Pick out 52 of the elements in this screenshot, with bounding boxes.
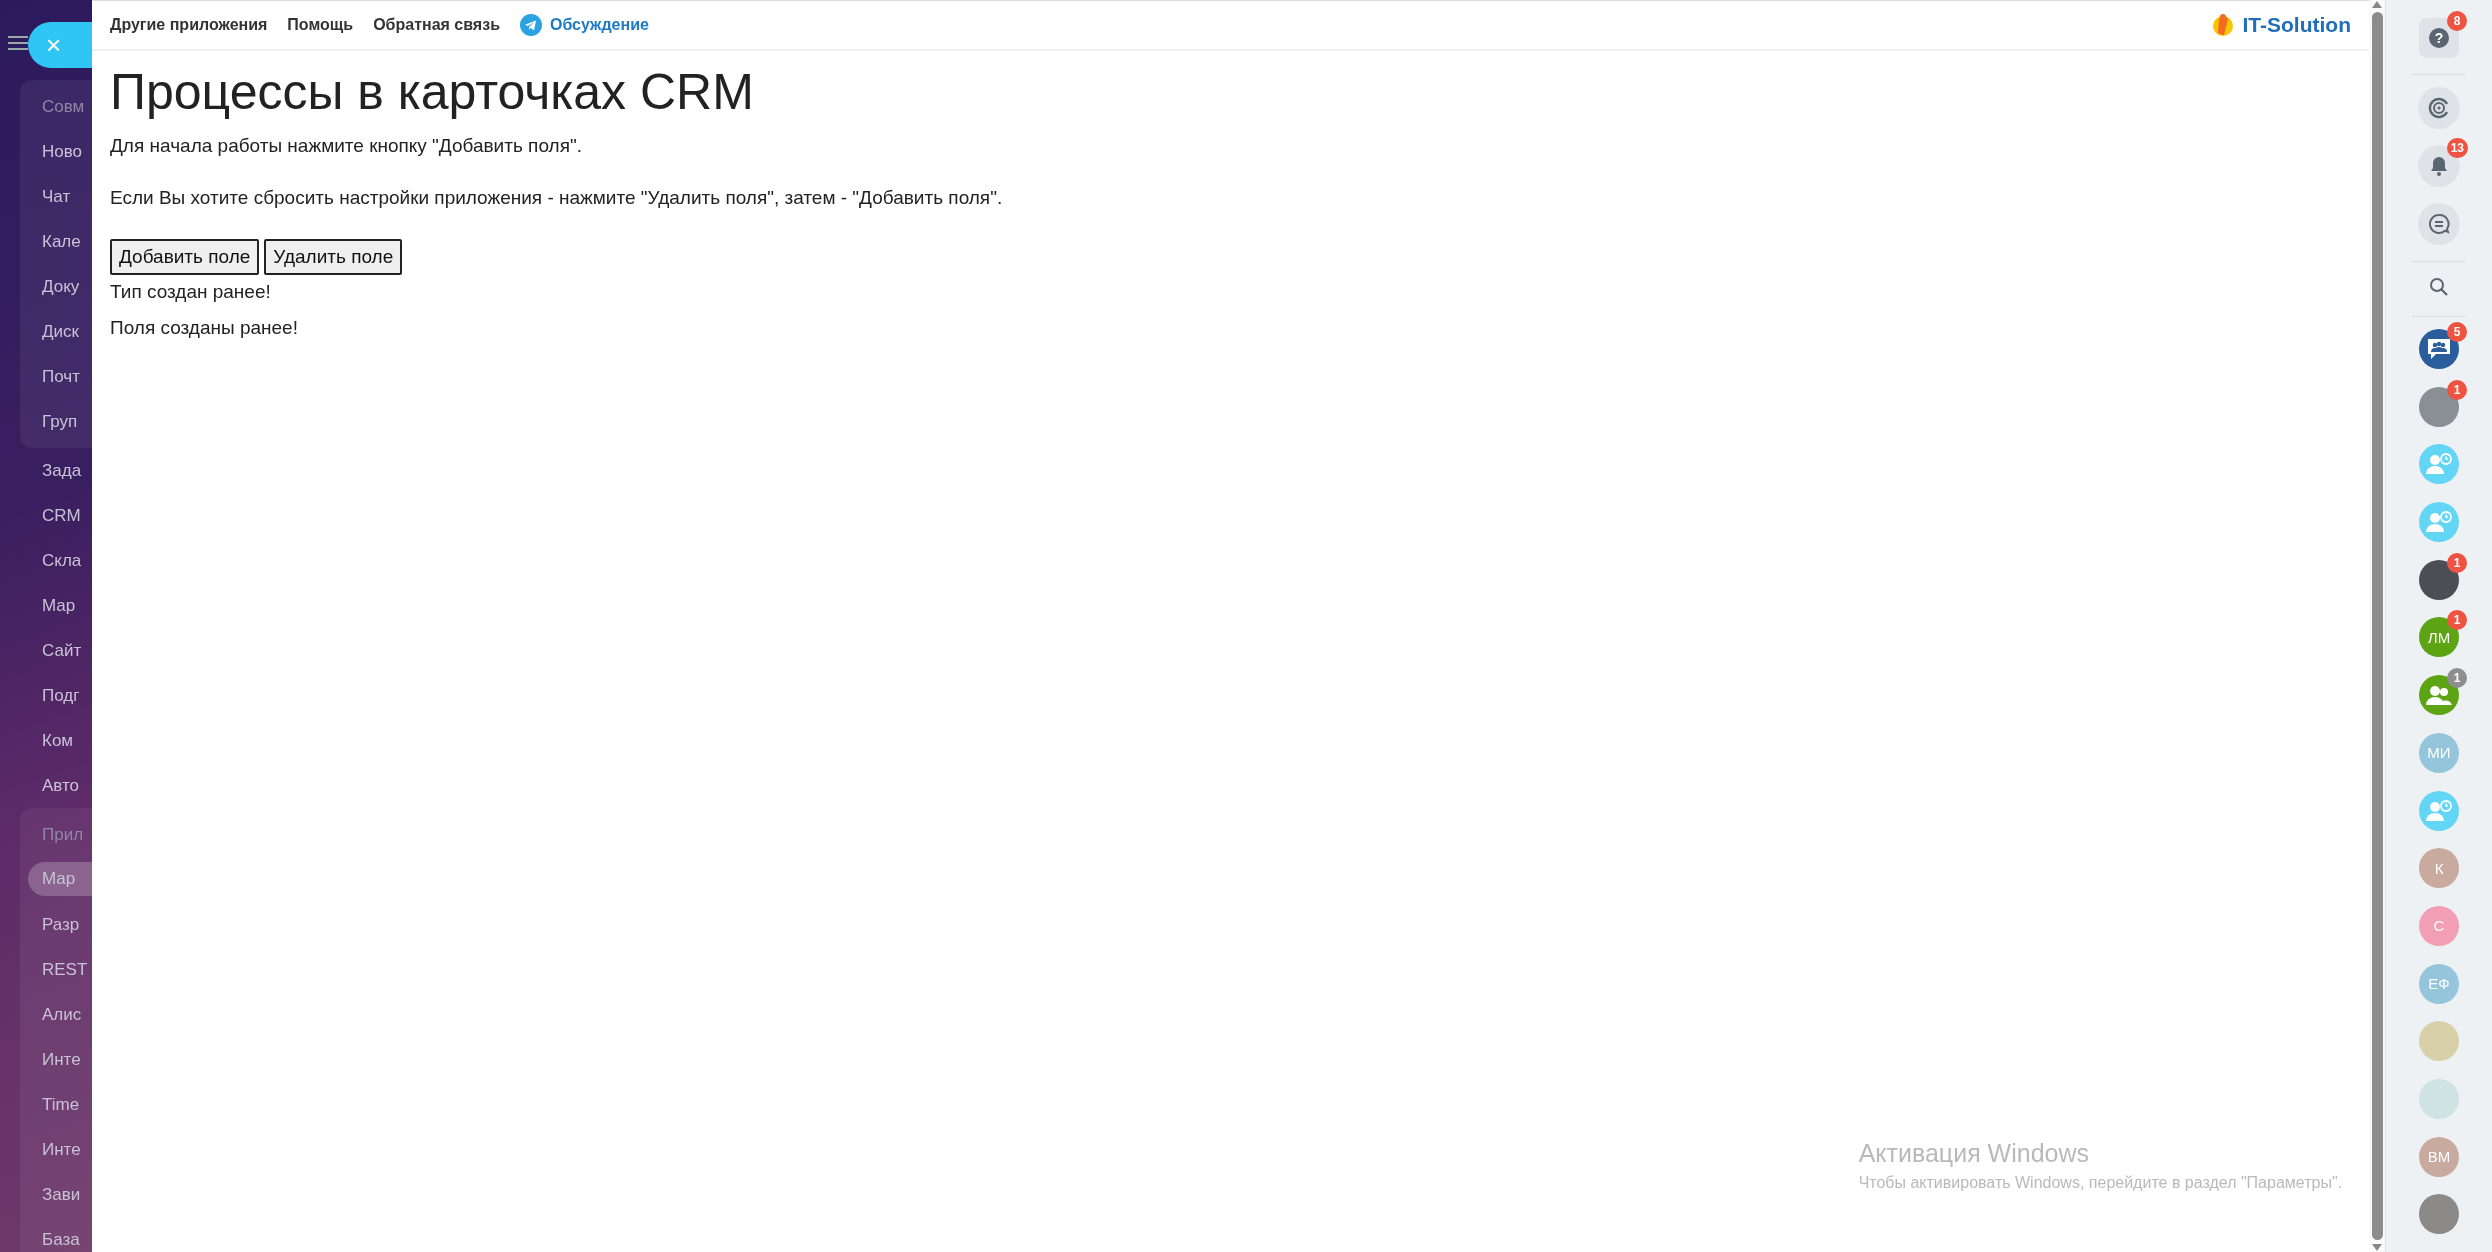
page-title: Процессы в карточках CRM xyxy=(110,63,755,121)
menu-section-title: Прил xyxy=(41,823,85,846)
menu-item[interactable]: Алис xyxy=(20,992,92,1037)
menu-item[interactable]: Диск xyxy=(20,309,92,354)
top-link[interactable]: Другие приложения xyxy=(110,16,268,34)
top-link[interactable]: Обратная связь xyxy=(373,16,500,34)
menu-item[interactable]: Кале xyxy=(20,219,92,264)
brand-name: IT-Solution xyxy=(2242,13,2351,37)
avatar-initials: К xyxy=(2434,859,2444,877)
status-message: Поля созданы ранее! xyxy=(110,317,299,339)
menu-item[interactable]: Авто xyxy=(0,763,92,808)
avatar-initials: С xyxy=(2433,917,2445,935)
menu-item[interactable]: Почт xyxy=(20,354,92,399)
instruction-text: Для начала работы нажмите кнопку "Добавить поля". xyxy=(110,135,583,157)
menu-item[interactable]: База xyxy=(20,1217,92,1252)
menu-item[interactable]: Time xyxy=(20,1082,92,1127)
action-button[interactable]: Добавить поле xyxy=(110,239,260,275)
menu-item[interactable]: REST xyxy=(20,947,92,992)
menu-item[interactable]: Зави xyxy=(20,1172,92,1217)
menu-section-title: Совм xyxy=(41,95,86,118)
menu-item[interactable]: Ком xyxy=(0,718,92,763)
top-link[interactable]: Помощь xyxy=(287,16,354,34)
avatar-initials: ВМ xyxy=(2427,1148,2451,1166)
menu-item[interactable]: Скла xyxy=(0,538,92,583)
instruction-text: Если Вы хотите сбросить настройки приложения - нажмите "Удалить поля", затем - "Добавить поля". xyxy=(110,187,1004,209)
status-message: Тип создан ранее! xyxy=(110,281,272,303)
menu-item[interactable]: Зада xyxy=(0,448,92,493)
activation-text: Чтобы активировать Windows, перейдите в раздел "Параметры". xyxy=(1858,1174,2342,1192)
menu-item[interactable]: Доку xyxy=(20,264,92,309)
menu-item[interactable]: Чат xyxy=(20,174,92,219)
menu-item[interactable]: Инте xyxy=(20,1127,92,1172)
count-badge: 1 xyxy=(2447,610,2467,631)
count-badge: 8 xyxy=(2447,11,2467,31)
menu-item[interactable]: Сайт xyxy=(0,628,92,673)
count-badge: 1 xyxy=(2447,379,2467,400)
menu-item[interactable]: Подг xyxy=(0,673,92,718)
count-badge: 13 xyxy=(2446,138,2468,158)
avatar-initials: ЕФ xyxy=(2428,975,2450,993)
avatar-initials: ЛМ xyxy=(2427,628,2451,646)
action-button[interactable]: Удалить поле xyxy=(264,239,403,275)
menu-item[interactable]: Инте xyxy=(20,1037,92,1082)
discussion-link[interactable]: Обсуждение xyxy=(520,14,649,36)
count-badge: 1 xyxy=(2447,552,2467,573)
menu-item[interactable]: Ново xyxy=(20,129,92,174)
menu-item[interactable]: Разр xyxy=(20,902,92,947)
menu-item[interactable]: Мар xyxy=(0,583,92,628)
count-badge: 1 xyxy=(2447,668,2467,689)
activation-title: Активация Windows xyxy=(1858,1139,2091,1168)
avatar-initials: МИ xyxy=(2427,744,2451,762)
menu-item[interactable]: Груп xyxy=(20,399,92,444)
count-badge: 5 xyxy=(2447,322,2467,342)
menu-item[interactable]: CRM xyxy=(0,493,92,538)
